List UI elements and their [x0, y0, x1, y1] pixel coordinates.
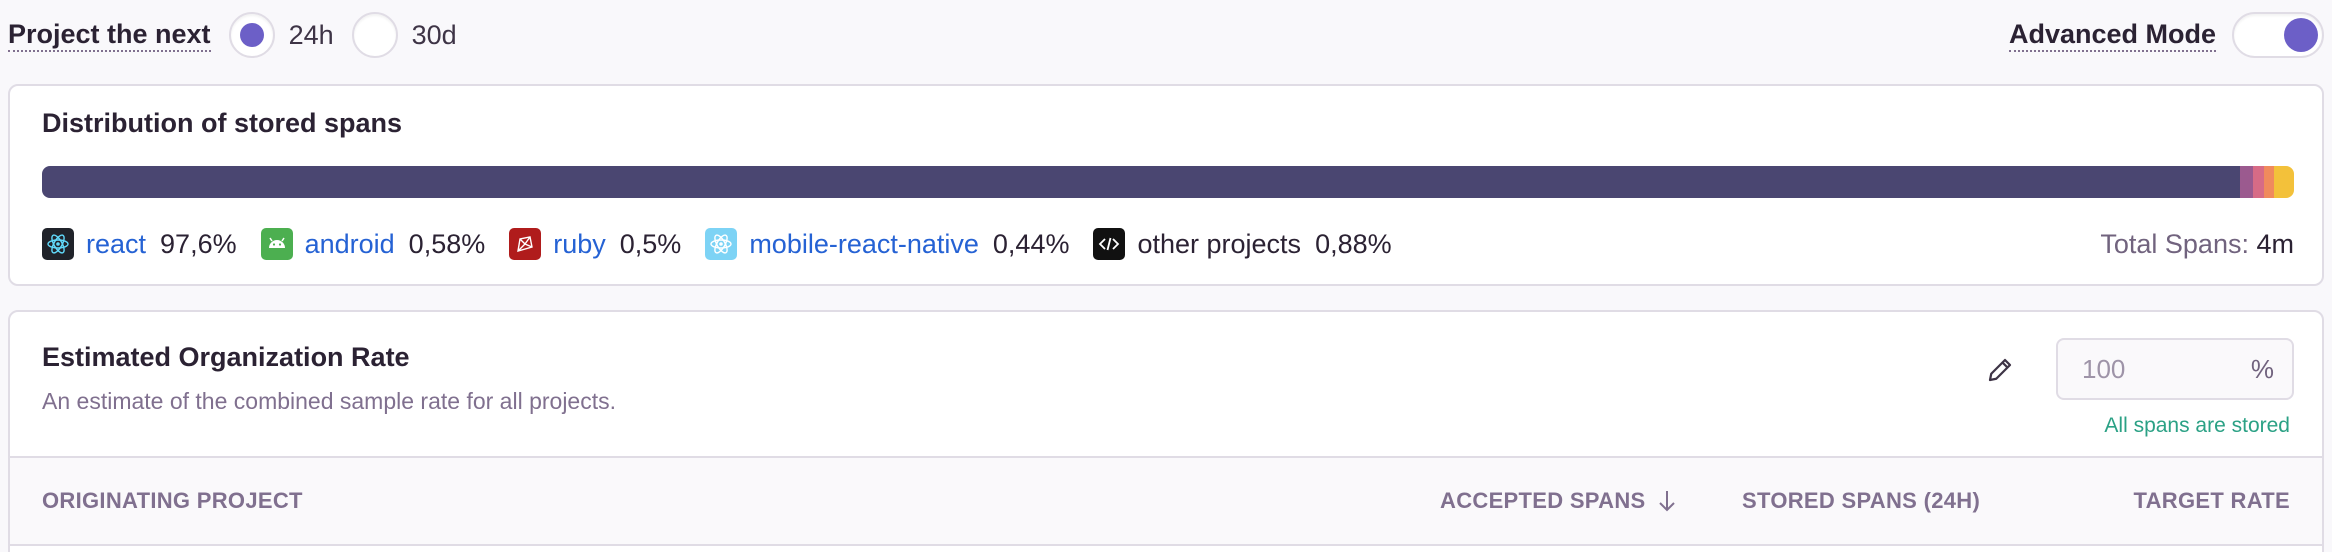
- legend-percent-mobile-react-native: 0,44%: [992, 228, 1070, 259]
- advanced-mode-label: Advanced Mode: [2008, 19, 2216, 52]
- distribution-bar: [42, 166, 2294, 198]
- legend-label-other-projects: other projects: [1137, 228, 1302, 259]
- org-rate-input[interactable]: [2082, 353, 2251, 385]
- legend-item-ruby: ruby 0,5%: [509, 228, 681, 260]
- period-radio-30d[interactable]: [351, 12, 398, 58]
- column-label-accepted: ACCEPTED SPANS: [1440, 488, 1646, 513]
- react-icon: [42, 228, 74, 260]
- top-bar: Project the next 24h 30d Advanced Mode: [8, 8, 2324, 62]
- code-icon: [1093, 228, 1126, 260]
- legend-percent-android: 0,58%: [408, 228, 486, 259]
- pencil-icon: [1988, 358, 2012, 382]
- legend-item-android: android 0,58%: [260, 228, 486, 260]
- legend-percent-ruby: 0,5%: [619, 228, 682, 259]
- advanced-mode-toggle[interactable]: [2232, 12, 2324, 58]
- total-spans-value: 4m: [2256, 228, 2294, 259]
- react-native-icon: [705, 228, 738, 260]
- legend-percent-react: 97,6%: [160, 228, 237, 259]
- org-rate-title: Estimated Organization Rate: [42, 342, 410, 372]
- advanced-mode: Advanced Mode: [2008, 12, 2324, 58]
- distribution-segment-other-projects: [2274, 166, 2294, 198]
- legend-percent-other-projects: 0,88%: [1315, 228, 1392, 259]
- legend-link-ruby[interactable]: ruby: [553, 229, 606, 260]
- column-label-project: ORIGINATING PROJECT: [42, 488, 303, 513]
- distribution-segment-ruby: [2252, 166, 2265, 198]
- table-header: ORIGINATING PROJECT ACCEPTED SPANS STORE…: [10, 456, 2322, 546]
- sort-arrow-down-icon: [1658, 491, 1675, 512]
- distribution-segment-react: [42, 166, 2240, 198]
- project-period-label: Project the next: [8, 19, 211, 52]
- distribution-legend: react 97,6% android 0,58% ruby 0,5% mobi…: [42, 222, 2294, 266]
- column-target-rate: TARGET RATE: [2134, 488, 2290, 514]
- legend-link-android[interactable]: android: [305, 229, 395, 260]
- legend-item-mobile-react-native: mobile-react-native 0,44%: [705, 228, 1069, 260]
- org-rate-field[interactable]: %: [2056, 338, 2294, 400]
- period-label-24h: 24h: [288, 19, 334, 50]
- distribution-panel: Distribution of stored spans react 97,6%: [8, 84, 2324, 286]
- column-originating-project: ORIGINATING PROJECT: [42, 488, 303, 514]
- projection-period-selector: Project the next 24h 30d: [8, 12, 475, 58]
- org-rate-description: An estimate of the combined sample rate …: [42, 388, 617, 414]
- period-option-30d[interactable]: 30d: [351, 12, 461, 58]
- column-accepted-spans[interactable]: ACCEPTED SPANS: [1440, 488, 1678, 514]
- distribution-segment-android: [2239, 166, 2253, 198]
- legend-item-other-projects: other projects 0,88%: [1093, 228, 1392, 260]
- org-rate-status: All spans are stored: [2104, 414, 2290, 437]
- org-rate-unit: %: [2250, 353, 2274, 384]
- period-radio-24h[interactable]: [228, 12, 275, 58]
- edit-rate-button[interactable]: [1980, 350, 2020, 390]
- distribution-segment-mobile-react-native: [2264, 166, 2275, 198]
- total-spans-label: Total Spans:: [2100, 228, 2249, 259]
- period-option-24h[interactable]: 24h: [228, 12, 338, 58]
- organization-rate-panel: Estimated Organization Rate An estimate …: [8, 310, 2324, 552]
- legend-link-react[interactable]: react: [86, 229, 146, 260]
- column-stored-spans: STORED SPANS (24H): [1742, 488, 1980, 514]
- legend-item-react: react 97,6%: [42, 228, 237, 260]
- total-spans: Total Spans: 4m: [2100, 229, 2294, 260]
- ruby-icon: [509, 228, 542, 260]
- period-label-30d: 30d: [411, 19, 457, 50]
- distribution-title: Distribution of stored spans: [42, 108, 403, 138]
- legend-link-mobile-react-native[interactable]: mobile-react-native: [749, 229, 979, 260]
- column-label-stored: STORED SPANS (24H): [1742, 488, 1981, 513]
- column-label-target: TARGET RATE: [2133, 488, 2290, 513]
- android-icon: [260, 228, 293, 260]
